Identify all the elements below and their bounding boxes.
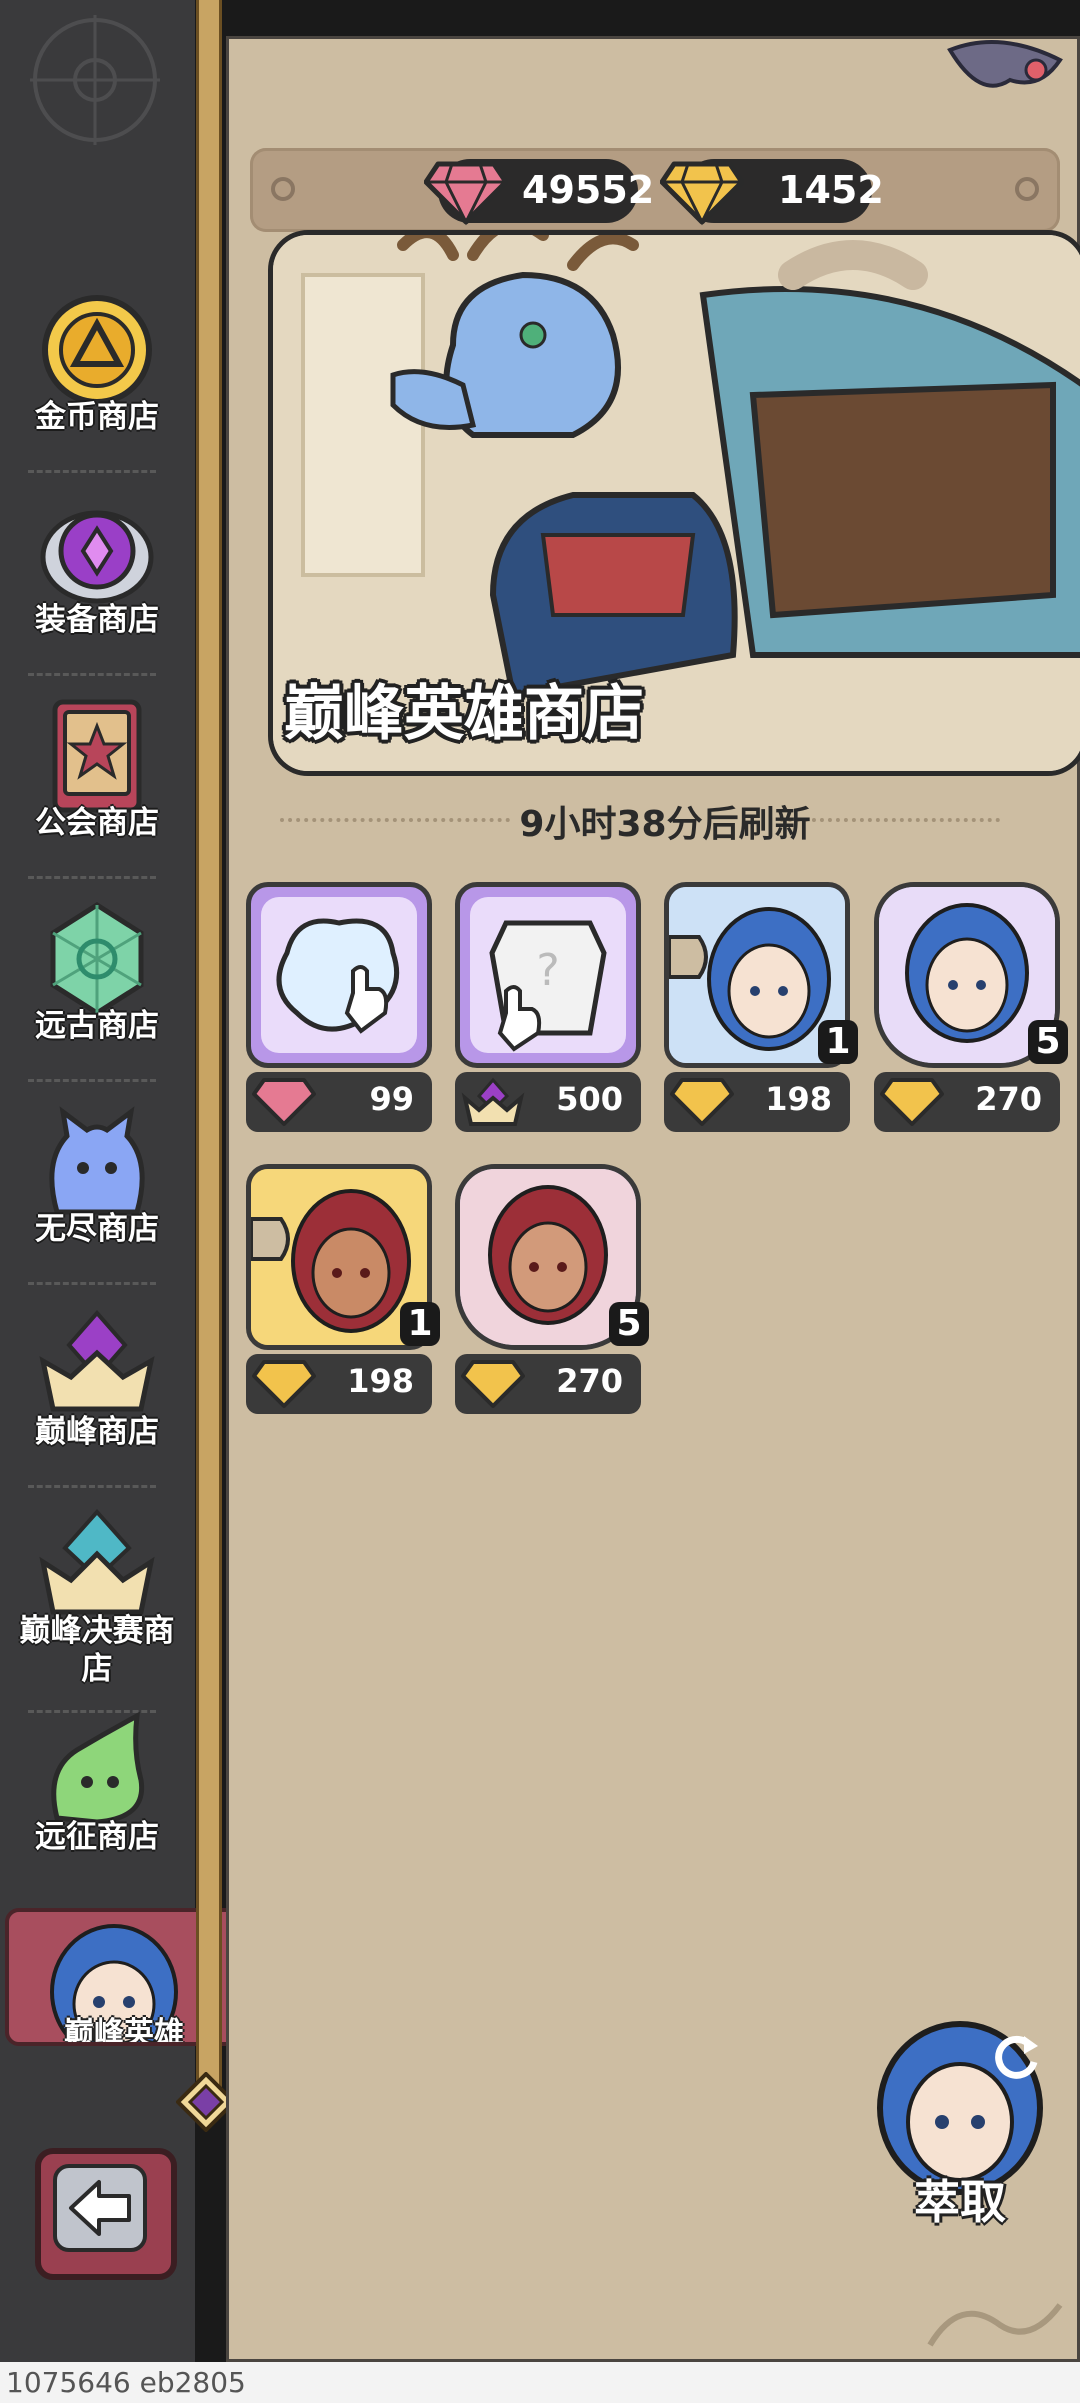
hero-selector-icon — [261, 897, 417, 1053]
ruby-gem-icon — [252, 1078, 316, 1126]
sidebar-divider — [28, 876, 156, 879]
sidebar-item-label: 装备商店 — [35, 602, 159, 638]
sidebar-item-ancient-shop[interactable]: 远古商店 — [12, 899, 182, 1079]
sidebar-item-peak-finals-shop[interactable]: 巅峰决赛商店 — [12, 1508, 182, 1688]
price-tag: 270 — [874, 1072, 1060, 1132]
price-value: 270 — [975, 1080, 1042, 1118]
sidebar-item-label: 巅峰商店 — [35, 1414, 159, 1450]
price-value: 99 — [369, 1080, 414, 1118]
shop-item[interactable]: 5 270 — [874, 882, 1068, 1132]
gold-gem-icon — [461, 1360, 525, 1408]
price-tag: 198 — [246, 1354, 432, 1414]
ancient-crystal-icon — [50, 902, 144, 1016]
sidebar-item-label: 远征商店 — [35, 1819, 159, 1855]
price-tag: 198 — [664, 1072, 850, 1132]
purple-gem-icon — [40, 510, 154, 604]
shop-item[interactable]: 99 — [246, 882, 432, 1132]
sidebar-item-expedition-shop[interactable]: 远征商店 — [12, 1710, 182, 1890]
slime-icon — [49, 1106, 145, 1215]
item-count-badge: 5 — [1028, 1020, 1068, 1064]
back-button[interactable] — [35, 2148, 177, 2280]
gold-amount: 1452 — [778, 168, 884, 212]
extract-button[interactable]: 萃取 — [870, 2018, 1050, 2229]
sidebar-divider — [28, 1282, 156, 1285]
sidebar-rail — [196, 0, 222, 2110]
sidebar-item-label: 巅峰决赛商店 — [19, 1613, 175, 1687]
finals-crown-icon — [39, 1508, 155, 1615]
mystery-selector-icon: ? — [470, 897, 626, 1053]
sidebar-item-guild-shop[interactable]: 公会商店 — [12, 696, 182, 876]
item-count-badge: 1 — [400, 1302, 440, 1346]
corner-ornament-icon — [947, 40, 1063, 88]
refresh-icon — [995, 2035, 1038, 2079]
shop-item[interactable]: 1 198 — [664, 882, 858, 1132]
build-id: 1075646 eb2805 — [6, 2366, 246, 2399]
refresh-timer: 9小时38分后刷新 — [519, 804, 811, 845]
item-count-badge: 1 — [818, 1020, 858, 1064]
gold-coin-icon — [42, 295, 152, 405]
ornament-dot-icon — [1015, 177, 1039, 201]
svg-text:?: ? — [536, 945, 559, 996]
crown-icon — [39, 1309, 155, 1412]
sidebar-divider — [28, 1485, 156, 1488]
price-value: 198 — [347, 1362, 414, 1400]
gold-gem-icon — [670, 1078, 734, 1126]
corner-ornament-icon — [927, 2303, 1063, 2347]
sidebar-item-label: 金币商店 — [35, 399, 159, 435]
price-value: 270 — [556, 1362, 623, 1400]
price-tag: 99 — [246, 1072, 432, 1132]
ruby-amount: 49552 — [522, 168, 655, 212]
compass-decoration-icon — [30, 15, 160, 145]
sidebar-item-label: 远古商店 — [35, 1008, 159, 1044]
price-tag: 270 — [455, 1354, 641, 1414]
currency-bar — [250, 148, 1060, 232]
shop-item[interactable]: ? 500 — [455, 882, 641, 1132]
sidebar-item-endless-shop[interactable]: 无尽商店 — [12, 1102, 182, 1282]
back-arrow-icon — [53, 2164, 147, 2252]
ornament-dot-icon — [271, 177, 295, 201]
sidebar-divider — [28, 1079, 156, 1082]
shop-item[interactable]: 5 270 — [455, 1164, 649, 1414]
sidebar-item-label: 公会商店 — [35, 805, 159, 841]
ruby-gem-icon — [424, 161, 508, 226]
gold-gem-icon — [880, 1078, 944, 1126]
price-tag: 500 — [455, 1072, 641, 1132]
sidebar-item-label: 无尽商店 — [35, 1211, 159, 1247]
guild-banner-icon — [52, 699, 142, 813]
build-footer: 1075646 eb2805 — [0, 2362, 1080, 2403]
price-value: 500 — [556, 1080, 623, 1118]
gold-gem-icon — [252, 1360, 316, 1408]
gold-gem-icon — [660, 161, 744, 226]
item-card — [246, 882, 432, 1068]
extract-label: 萃取 — [914, 2175, 1006, 2229]
sidebar-item-equipment-shop[interactable]: 装备商店 — [12, 493, 182, 673]
sidebar-item-gold-shop[interactable]: 金币商店 — [12, 290, 182, 470]
sidebar-divider — [28, 470, 156, 473]
crown-currency-icon — [461, 1077, 525, 1126]
item-card: ? — [455, 882, 641, 1068]
shop-item[interactable]: 1 198 — [246, 1164, 440, 1414]
shop-sidebar: 金币商店 装备商店 公会商店 远古商店 无尽商店 巅峰商店 巅峰决赛商店 远征商… — [0, 0, 243, 2403]
green-slime-icon — [51, 1711, 145, 1825]
price-value: 198 — [765, 1080, 832, 1118]
item-count-badge: 5 — [609, 1302, 649, 1346]
sidebar-divider — [28, 673, 156, 676]
banner-title: 巅峰英雄商店 — [284, 679, 644, 749]
sidebar-item-peak-shop[interactable]: 巅峰商店 — [12, 1305, 182, 1485]
